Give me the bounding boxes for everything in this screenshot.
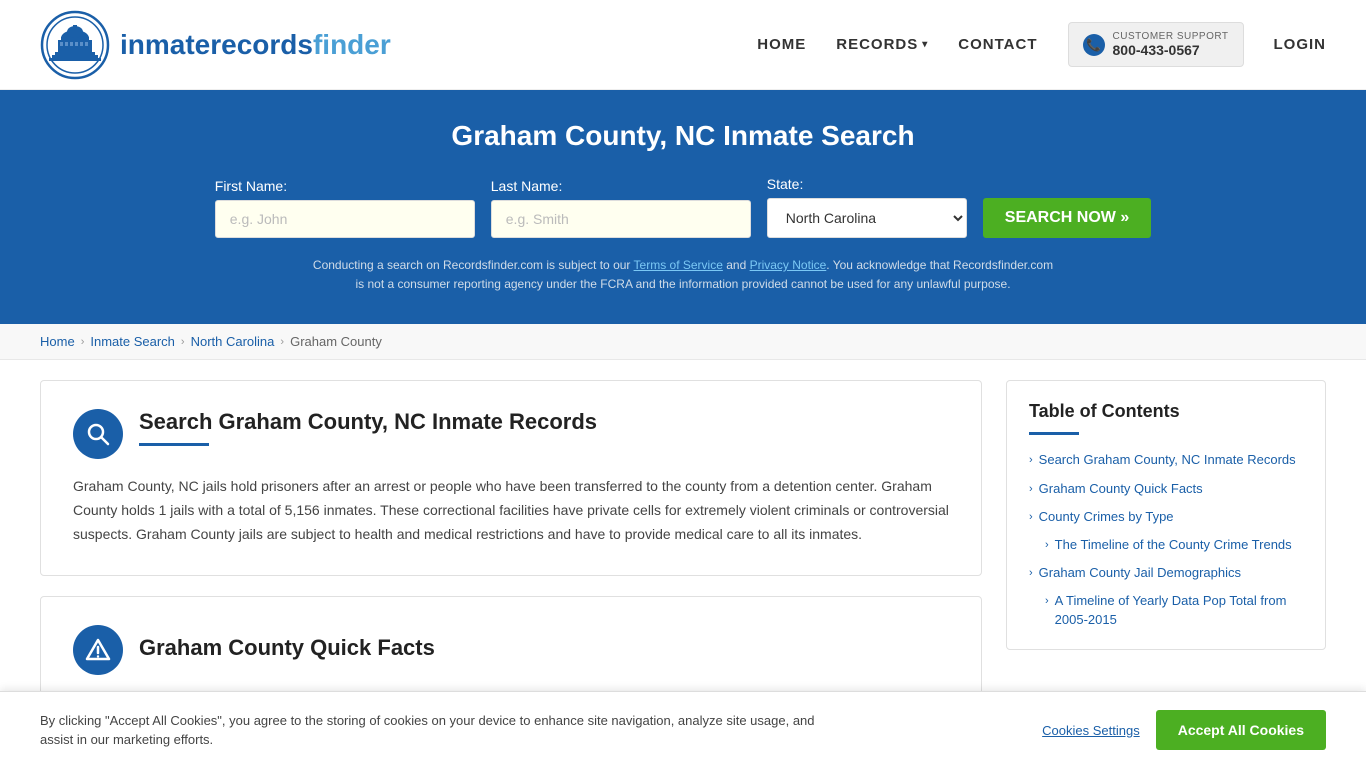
login-button[interactable]: LOGIN bbox=[1274, 36, 1327, 53]
toc-item-3[interactable]: › County Crimes by Type bbox=[1029, 508, 1303, 526]
toc-underline bbox=[1029, 432, 1079, 435]
breadcrumb-sep-1: › bbox=[81, 336, 85, 348]
toc-link-4[interactable]: The Timeline of the County Crime Trends bbox=[1055, 536, 1292, 554]
state-label: State: bbox=[767, 176, 804, 192]
last-name-input[interactable] bbox=[491, 200, 751, 238]
logo-finder: finder bbox=[313, 29, 391, 60]
title-underline-1 bbox=[139, 443, 209, 446]
hero-section: Graham County, NC Inmate Search First Na… bbox=[0, 90, 1366, 324]
toc-list: › Search Graham County, NC Inmate Record… bbox=[1029, 451, 1303, 628]
support-number: 800-433-0567 bbox=[1113, 42, 1229, 58]
logo-main: inmaterecords bbox=[120, 29, 313, 60]
records-chevron-icon: ▾ bbox=[922, 39, 928, 50]
hero-title: Graham County, NC Inmate Search bbox=[40, 120, 1326, 152]
cookie-actions: Cookies Settings Accept All Cookies bbox=[1042, 710, 1326, 750]
main-content: Search Graham County, NC Inmate Records … bbox=[0, 360, 1366, 743]
cookie-accept-button[interactable]: Accept All Cookies bbox=[1156, 710, 1326, 750]
state-group: State: North Carolina bbox=[767, 176, 967, 238]
card-body-1: Graham County, NC jails hold prisoners a… bbox=[73, 475, 949, 546]
toc-chevron-3: › bbox=[1029, 511, 1033, 523]
logo-icon bbox=[40, 10, 110, 80]
breadcrumb-sep-3: › bbox=[280, 336, 284, 348]
toc-item-2[interactable]: › Graham County Quick Facts bbox=[1029, 480, 1303, 498]
first-name-input[interactable] bbox=[215, 200, 475, 238]
section-quick-facts: Graham County Quick Facts bbox=[40, 596, 982, 704]
toc-link-6[interactable]: A Timeline of Yearly Data Pop Total from… bbox=[1055, 592, 1303, 628]
search-circle-icon bbox=[73, 409, 123, 459]
main-nav: HOME RECORDS ▾ CONTACT 📞 CUSTOMER SUPPOR… bbox=[757, 22, 1326, 67]
search-form: First Name: Last Name: State: North Caro… bbox=[40, 176, 1326, 238]
customer-support[interactable]: 📞 CUSTOMER SUPPORT 800-433-0567 bbox=[1068, 22, 1244, 67]
toc-item-1[interactable]: › Search Graham County, NC Inmate Record… bbox=[1029, 451, 1303, 469]
disclaimer-text: Conducting a search on Recordsfinder.com… bbox=[308, 256, 1058, 294]
toc-link-2[interactable]: Graham County Quick Facts bbox=[1039, 480, 1203, 498]
logo-text: inmaterecordsfinder bbox=[120, 29, 391, 61]
nav-records[interactable]: RECORDS ▾ bbox=[836, 36, 928, 53]
cookie-banner: By clicking "Accept All Cookies", you ag… bbox=[0, 691, 1366, 768]
toc-chevron-4: › bbox=[1045, 539, 1049, 551]
last-name-label: Last Name: bbox=[491, 178, 563, 194]
toc-chevron-2: › bbox=[1029, 483, 1033, 495]
privacy-link[interactable]: Privacy Notice bbox=[750, 258, 827, 272]
state-select[interactable]: North Carolina bbox=[767, 198, 967, 238]
logo-area: inmaterecordsfinder bbox=[40, 10, 391, 80]
breadcrumb-state[interactable]: North Carolina bbox=[191, 334, 275, 349]
breadcrumb-sep-2: › bbox=[181, 336, 185, 348]
toc-title: Table of Contents bbox=[1029, 401, 1303, 422]
breadcrumb-home[interactable]: Home bbox=[40, 334, 75, 349]
section-search-records: Search Graham County, NC Inmate Records … bbox=[40, 380, 982, 575]
toc-link-1[interactable]: Search Graham County, NC Inmate Records bbox=[1039, 451, 1296, 469]
card-title-1: Search Graham County, NC Inmate Records bbox=[139, 409, 949, 435]
phone-icon: 📞 bbox=[1083, 34, 1105, 56]
first-name-label: First Name: bbox=[215, 178, 287, 194]
nav-contact[interactable]: CONTACT bbox=[958, 36, 1037, 53]
support-label: CUSTOMER SUPPORT bbox=[1113, 31, 1229, 42]
content-area: Search Graham County, NC Inmate Records … bbox=[40, 380, 1006, 723]
card-title-area-1: Search Graham County, NC Inmate Records bbox=[139, 409, 949, 446]
search-button[interactable]: SEARCH NOW » bbox=[983, 198, 1151, 238]
toc-link-5[interactable]: Graham County Jail Demographics bbox=[1039, 564, 1241, 582]
breadcrumb-inmate-search[interactable]: Inmate Search bbox=[90, 334, 175, 349]
qf-header: Graham County Quick Facts bbox=[73, 625, 949, 675]
toc-item-6[interactable]: › A Timeline of Yearly Data Pop Total fr… bbox=[1029, 592, 1303, 628]
cookie-text: By clicking "Accept All Cookies", you ag… bbox=[40, 711, 840, 750]
header: inmaterecordsfinder HOME RECORDS ▾ CONTA… bbox=[0, 0, 1366, 90]
breadcrumb-current: Graham County bbox=[290, 334, 382, 349]
sidebar: Table of Contents › Search Graham County… bbox=[1006, 380, 1326, 723]
breadcrumb: Home › Inmate Search › North Carolina › … bbox=[0, 324, 1366, 360]
toc-chevron-1: › bbox=[1029, 454, 1033, 466]
tos-link[interactable]: Terms of Service bbox=[634, 258, 723, 272]
toc-item-4[interactable]: › The Timeline of the County Crime Trend… bbox=[1029, 536, 1303, 554]
first-name-group: First Name: bbox=[215, 178, 475, 238]
card-header-1: Search Graham County, NC Inmate Records bbox=[73, 409, 949, 459]
cookie-settings-button[interactable]: Cookies Settings bbox=[1042, 723, 1140, 738]
toc-item-5[interactable]: › Graham County Jail Demographics bbox=[1029, 564, 1303, 582]
toc-chevron-6: › bbox=[1045, 595, 1049, 607]
toc-card: Table of Contents › Search Graham County… bbox=[1006, 380, 1326, 649]
toc-link-3[interactable]: County Crimes by Type bbox=[1039, 508, 1174, 526]
info-circle-icon bbox=[73, 625, 123, 675]
toc-chevron-5: › bbox=[1029, 567, 1033, 579]
nav-home[interactable]: HOME bbox=[757, 36, 806, 53]
last-name-group: Last Name: bbox=[491, 178, 751, 238]
quick-facts-title: Graham County Quick Facts bbox=[139, 625, 435, 661]
